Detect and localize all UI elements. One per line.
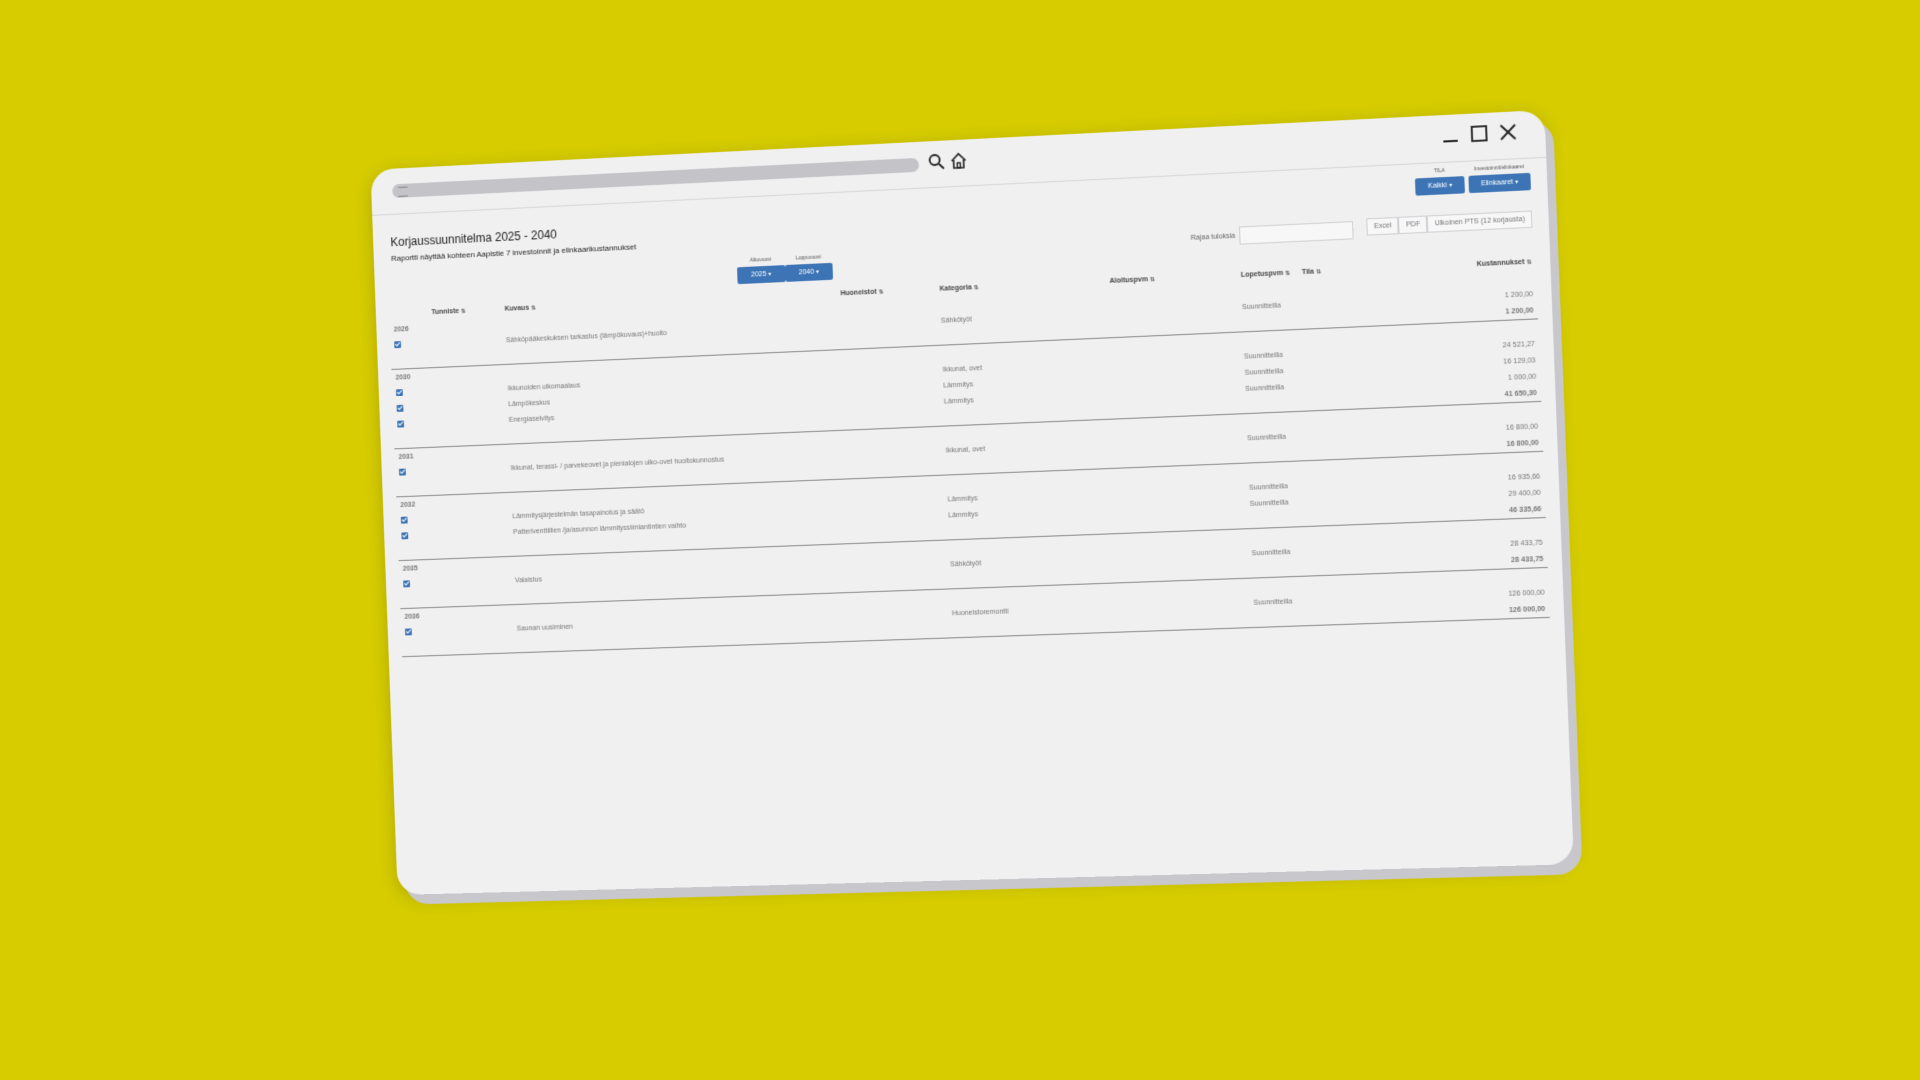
caret-down-icon: ▾ xyxy=(1515,179,1519,186)
col-kuvaus-label: Kuvaus xyxy=(504,304,530,313)
sort-icon: ⇅ xyxy=(460,308,466,315)
row-checkbox[interactable] xyxy=(397,419,405,428)
inv-filter: Investoinnit/elinkaaret Elinkaaret ▾ xyxy=(1468,163,1531,194)
end-year-dropdown[interactable]: 2040 ▾ xyxy=(784,262,834,282)
start-year-label: Alkuvuosi xyxy=(749,256,772,264)
minimize-icon[interactable] xyxy=(1438,122,1464,148)
pdf-button[interactable]: PDF xyxy=(1398,215,1428,235)
search-label: Rajaa tuloksia xyxy=(1190,232,1236,242)
sort-icon: ⇅ xyxy=(1285,270,1291,277)
tila-value: Kaikki xyxy=(1427,182,1448,191)
row-checkbox-cell xyxy=(393,415,432,432)
maximize-icon[interactable] xyxy=(1466,121,1492,147)
sort-icon: ⇅ xyxy=(878,288,884,296)
inv-value: Elinkaaret xyxy=(1480,178,1514,188)
start-year-value: 2025 xyxy=(750,270,767,279)
menu-icon[interactable] xyxy=(397,186,408,197)
row-checkbox[interactable] xyxy=(394,340,402,348)
checkbox-col-header xyxy=(389,304,428,321)
row-checkbox-cell xyxy=(399,575,438,592)
excel-button[interactable]: Excel xyxy=(1366,216,1400,236)
browser-window: Korjaussuunnitelma 2025 - 2040 Raportti … xyxy=(370,109,1574,895)
tila-dropdown[interactable]: Kaikki ▾ xyxy=(1415,176,1465,196)
row-checkbox[interactable] xyxy=(396,404,404,412)
export-buttons: Excel PDF Ulkoinen PTS (12 korjausta) xyxy=(1366,210,1533,236)
start-year-filter: Alkuvuosi 2025 ▾ xyxy=(736,256,786,285)
sort-icon: ⇅ xyxy=(1526,258,1532,266)
col-tila-label: Tila xyxy=(1301,268,1315,276)
home-icon[interactable] xyxy=(948,150,969,171)
year-total: 126 000,00 xyxy=(1425,600,1550,622)
caret-down-icon: ▾ xyxy=(815,269,820,276)
page-title: Korjaussuunnitelma 2025 - 2040 xyxy=(390,227,558,250)
sort-icon: ⇅ xyxy=(1315,268,1322,275)
row-checkbox[interactable] xyxy=(401,531,409,539)
tila-filter: TILA Kaikki ▾ xyxy=(1415,167,1465,196)
year-range: Alkuvuosi 2025 ▾ Loppuvuosi 2040 ▾ xyxy=(736,254,834,285)
row-checkbox-cell xyxy=(390,336,429,353)
search-icon[interactable] xyxy=(926,151,947,172)
row-checkbox-cell xyxy=(393,400,432,417)
col-aloitus-label: Aloituspvm xyxy=(1109,275,1149,285)
col-tunniste-label: Tunniste xyxy=(431,307,460,316)
col-huoneistot-label: Huoneistot xyxy=(840,288,877,297)
search-input[interactable] xyxy=(1238,221,1354,245)
col-lopetus-label: Lopetuspvm xyxy=(1240,269,1284,279)
close-icon[interactable] xyxy=(1495,119,1521,145)
row-checkbox-cell xyxy=(392,384,431,401)
caret-down-icon: ▾ xyxy=(768,271,772,278)
inv-label: Investoinnit/elinkaaret xyxy=(1473,163,1525,173)
col-kustannukset-label: Kustannukset xyxy=(1476,258,1525,268)
sort-icon: ⇅ xyxy=(530,304,536,312)
row-checkbox[interactable] xyxy=(403,579,411,587)
report-table: Tunniste ⇅ Kuvaus ⇅ Huoneistot ⇅ Kategor… xyxy=(389,253,1550,657)
row-checkbox[interactable] xyxy=(404,627,412,636)
row-checkbox-cell xyxy=(397,512,436,529)
start-year-dropdown[interactable]: 2025 ▾ xyxy=(736,265,786,285)
table-body: 2026 Sähköpääkeskuksen tarkastus (lämpöku… xyxy=(390,269,1550,657)
end-year-value: 2040 xyxy=(798,268,815,277)
col-kategoria-label: Kategoria xyxy=(939,283,972,293)
top-filters: TILA Kaikki ▾ Investoinnit/elinkaaret El… xyxy=(1415,164,1531,196)
sort-icon: ⇅ xyxy=(973,284,979,291)
inv-dropdown[interactable]: Elinkaaret ▾ xyxy=(1468,172,1531,194)
end-year-label: Loppuvuosi xyxy=(795,254,822,262)
end-year-filter: Loppuvuosi 2040 ▾ xyxy=(784,254,834,282)
row-checkbox[interactable] xyxy=(400,516,408,524)
pts-button[interactable]: Ulkoinen PTS (12 korjausta) xyxy=(1427,210,1533,233)
tila-label: TILA xyxy=(1433,167,1445,175)
sort-icon: ⇅ xyxy=(1149,276,1156,283)
report-page: Korjaussuunnitelma 2025 - 2040 Raportti … xyxy=(372,157,1574,895)
search-filter: Rajaa tuloksia xyxy=(1190,221,1354,247)
caret-down-icon: ▾ xyxy=(1448,182,1453,190)
row-checkbox-cell xyxy=(395,463,434,480)
row-checkbox-cell xyxy=(401,623,440,640)
row-checkbox-cell xyxy=(397,527,436,544)
row-checkbox[interactable] xyxy=(395,388,403,396)
row-checkbox[interactable] xyxy=(398,468,406,476)
